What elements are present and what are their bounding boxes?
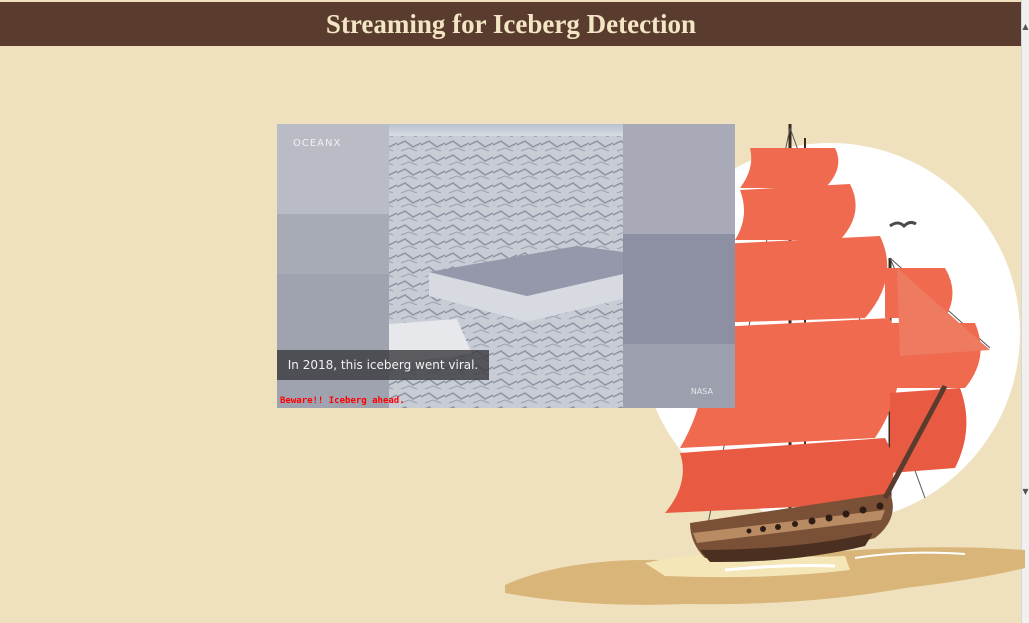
page-header: Streaming for Iceberg Detection — [0, 2, 1022, 46]
brand-watermark: OCEANX — [293, 138, 342, 149]
image-credit: NASA — [690, 387, 713, 396]
iceberg-warning-label: Beware!! Iceberg ahead. — [280, 396, 405, 406]
page-title: Streaming for Iceberg Detection — [325, 8, 697, 39]
scroll-up-icon[interactable]: ▲ — [1022, 22, 1029, 32]
video-stream[interactable]: OCEANX In 2018, this iceberg went viral.… — [277, 124, 735, 408]
video-caption: In 2018, this iceberg went viral. — [277, 350, 489, 380]
